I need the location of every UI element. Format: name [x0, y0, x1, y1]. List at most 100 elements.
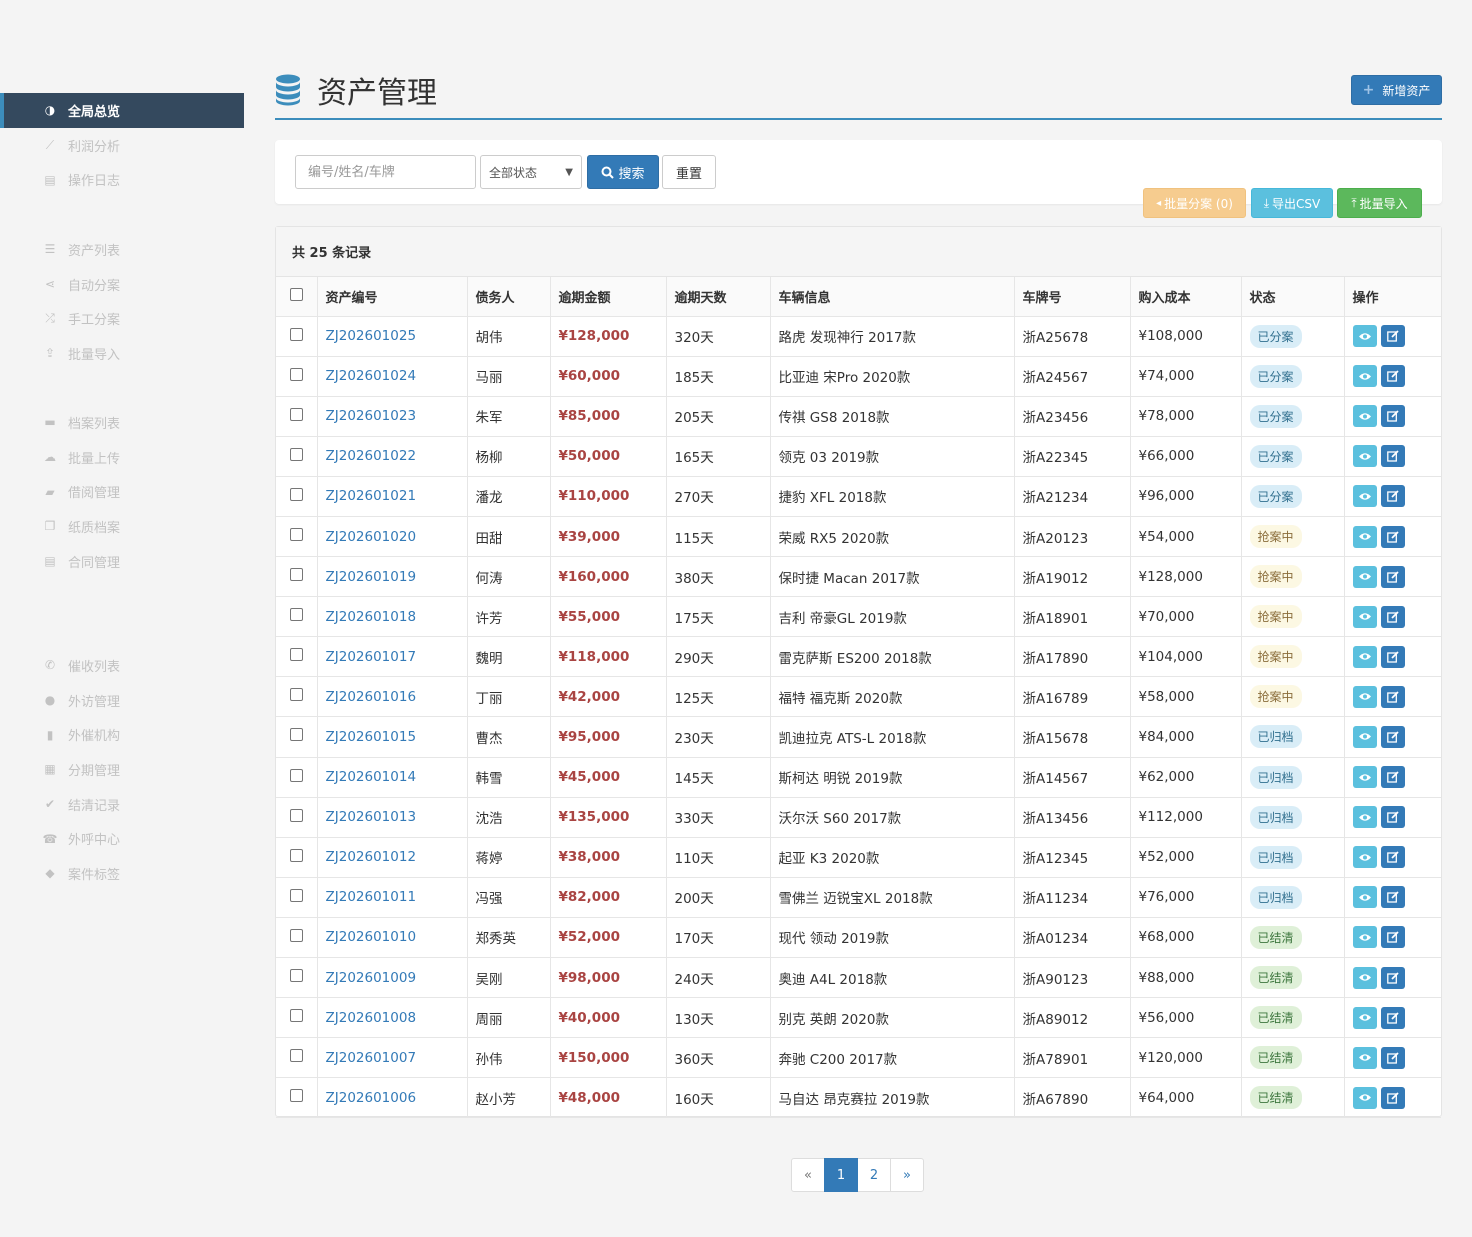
row-checkbox[interactable] [289, 648, 303, 662]
select-all-checkbox[interactable] [289, 287, 303, 301]
row-checkbox[interactable] [289, 327, 303, 341]
edit-button[interactable] [1380, 605, 1405, 628]
edit-button[interactable] [1380, 1086, 1405, 1109]
asset-no-link[interactable]: ZJ202601010 [326, 929, 417, 945]
row-checkbox[interactable] [289, 447, 303, 461]
asset-no-link[interactable]: ZJ202601023 [326, 408, 417, 424]
sidebar-item-line-chart[interactable]: ⟋ 利润分析 [0, 128, 244, 163]
view-button[interactable] [1352, 926, 1377, 949]
edit-button[interactable] [1380, 565, 1405, 588]
asset-no-link[interactable]: ZJ202601021 [326, 488, 417, 504]
sidebar-item-check-circle[interactable]: ✔ 结清记录 [0, 787, 244, 822]
sidebar-item-building[interactable]: ▮ 外催机构 [0, 717, 244, 752]
sidebar-item-database[interactable]: ☰ 资产列表 [0, 232, 244, 267]
edit-button[interactable] [1380, 766, 1405, 789]
sidebar-item-dashboard[interactable]: ◑ 全局总览 [0, 93, 244, 128]
row-checkbox[interactable] [289, 367, 303, 381]
asset-no-link[interactable]: ZJ202601018 [326, 609, 417, 625]
sidebar-item-folder[interactable]: ▬ 档案列表 [0, 405, 244, 440]
view-button[interactable] [1352, 605, 1377, 628]
view-button[interactable] [1352, 846, 1377, 869]
view-button[interactable] [1352, 1046, 1377, 1069]
status-select[interactable]: 全部状态 ▼ [480, 155, 582, 189]
sidebar-item-cloud-upload[interactable]: ☁ 批量上传 [0, 440, 244, 475]
view-button[interactable] [1352, 565, 1377, 588]
row-checkbox[interactable] [289, 688, 303, 702]
sidebar-item-phone[interactable]: ✆ 催收列表 [0, 648, 244, 683]
edit-button[interactable] [1380, 445, 1405, 468]
row-checkbox[interactable] [289, 848, 303, 862]
asset-no-link[interactable]: ZJ202601007 [326, 1050, 417, 1066]
row-checkbox[interactable] [289, 969, 303, 983]
edit-button[interactable] [1380, 325, 1405, 348]
search-button[interactable]: 搜索 [587, 155, 659, 189]
sidebar-item-random[interactable]: ⤮ 手工分案 [0, 301, 244, 336]
sidebar-item-phone-square[interactable]: ☎ 外呼中心 [0, 821, 244, 856]
row-checkbox[interactable] [289, 888, 303, 902]
view-button[interactable] [1352, 966, 1377, 989]
edit-button[interactable] [1380, 365, 1405, 388]
row-checkbox[interactable] [289, 608, 303, 622]
pagination-page-1[interactable]: 1 [824, 1158, 858, 1192]
sidebar-item-calendar[interactable]: ▦ 分期管理 [0, 752, 244, 787]
sidebar-item-upload[interactable]: ⇪ 批量导入 [0, 336, 244, 371]
view-button[interactable] [1352, 645, 1377, 668]
sidebar-item-copy[interactable]: ❐ 纸质档案 [0, 509, 244, 544]
edit-button[interactable] [1380, 725, 1405, 748]
row-checkbox[interactable] [289, 728, 303, 742]
view-button[interactable] [1352, 325, 1377, 348]
asset-no-link[interactable]: ZJ202601009 [326, 970, 417, 986]
edit-button[interactable] [1380, 405, 1405, 428]
asset-no-link[interactable]: ZJ202601011 [326, 889, 417, 905]
view-button[interactable] [1352, 1006, 1377, 1029]
row-checkbox[interactable] [289, 407, 303, 421]
sidebar-item-share[interactable]: ⋖ 自动分案 [0, 267, 244, 302]
row-checkbox[interactable] [289, 1009, 303, 1023]
asset-no-link[interactable]: ZJ202601014 [326, 769, 417, 785]
asset-no-link[interactable]: ZJ202601016 [326, 689, 417, 705]
batch-assign-button[interactable]: ◂ 批量分案 (0) [1143, 188, 1246, 218]
view-button[interactable] [1352, 806, 1377, 829]
view-button[interactable] [1352, 886, 1377, 909]
pagination-prev[interactable]: « [791, 1158, 825, 1192]
search-input[interactable] [295, 155, 476, 189]
asset-no-link[interactable]: ZJ202601008 [326, 1010, 417, 1026]
sidebar-item-file[interactable]: ▤ 操作日志 [0, 162, 244, 197]
view-button[interactable] [1352, 525, 1377, 548]
row-checkbox[interactable] [289, 768, 303, 782]
view-button[interactable] [1352, 685, 1377, 708]
row-checkbox[interactable] [289, 1089, 303, 1103]
view-button[interactable] [1352, 365, 1377, 388]
edit-button[interactable] [1380, 806, 1405, 829]
sidebar-item-map-marker[interactable]: ● 外访管理 [0, 683, 244, 718]
edit-button[interactable] [1380, 886, 1405, 909]
view-button[interactable] [1352, 725, 1377, 748]
add-asset-button[interactable]: + 新增资产 [1351, 75, 1442, 105]
view-button[interactable] [1352, 405, 1377, 428]
view-button[interactable] [1352, 1086, 1377, 1109]
asset-no-link[interactable]: ZJ202601015 [326, 729, 417, 745]
edit-button[interactable] [1380, 846, 1405, 869]
sidebar-item-file-text[interactable]: ▤ 合同管理 [0, 544, 244, 579]
row-checkbox[interactable] [289, 487, 303, 501]
asset-no-link[interactable]: ZJ202601024 [326, 368, 417, 384]
asset-no-link[interactable]: ZJ202601020 [326, 529, 417, 545]
view-button[interactable] [1352, 485, 1377, 508]
asset-no-link[interactable]: ZJ202601025 [326, 328, 417, 344]
row-checkbox[interactable] [289, 1049, 303, 1063]
asset-no-link[interactable]: ZJ202601022 [326, 448, 417, 464]
edit-button[interactable] [1380, 645, 1405, 668]
edit-button[interactable] [1380, 485, 1405, 508]
edit-button[interactable] [1380, 1046, 1405, 1069]
asset-no-link[interactable]: ZJ202601013 [326, 809, 417, 825]
view-button[interactable] [1352, 766, 1377, 789]
row-checkbox[interactable] [289, 528, 303, 542]
sidebar-item-tags[interactable]: ◆ 案件标签 [0, 856, 244, 891]
view-button[interactable] [1352, 445, 1377, 468]
pagination-next[interactable]: » [890, 1158, 924, 1192]
batch-import-button[interactable]: ⤒ 批量导入 [1337, 188, 1422, 218]
export-csv-button[interactable]: ⤓ 导出CSV [1251, 188, 1333, 218]
edit-button[interactable] [1380, 525, 1405, 548]
sidebar-item-book[interactable]: ▰ 借阅管理 [0, 474, 244, 509]
asset-no-link[interactable]: ZJ202601017 [326, 649, 417, 665]
